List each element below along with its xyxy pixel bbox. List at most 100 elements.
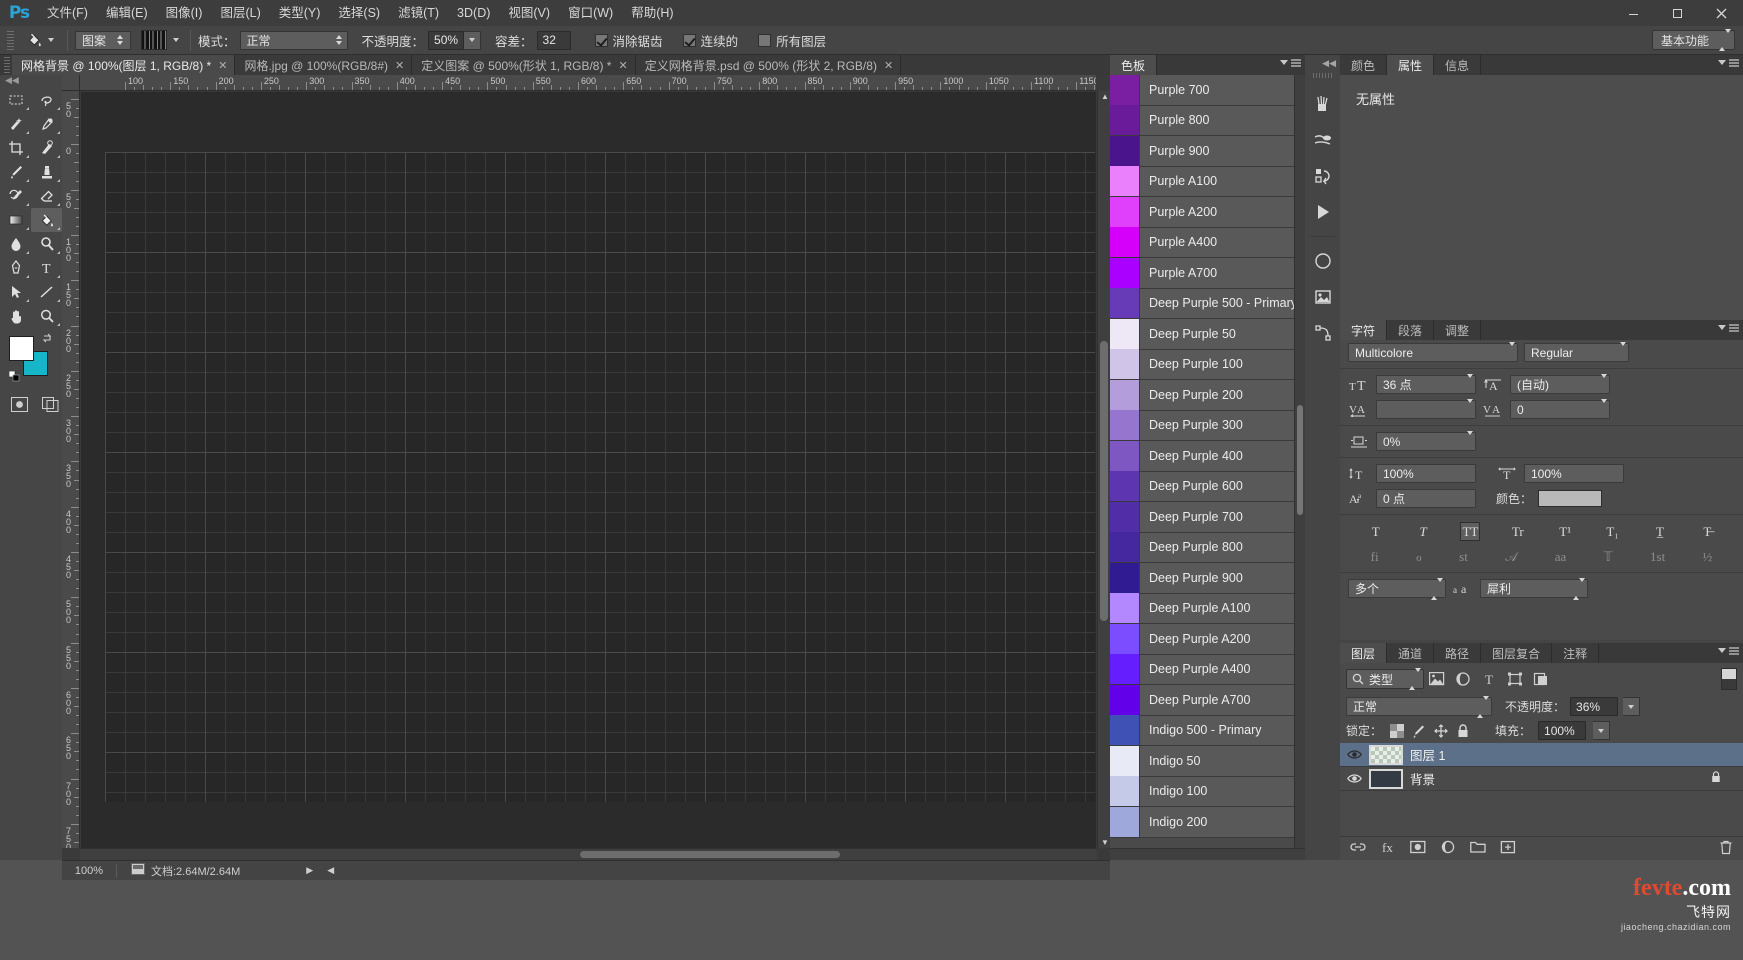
swatch-row[interactable]: Deep Purple 500 - Primary [1110,288,1294,319]
scroll-down-icon[interactable]: ▼ [1101,838,1109,847]
options-bar-grip[interactable] [5,29,17,51]
blur-tool[interactable] [0,232,31,256]
all-layers-checkbox-group[interactable]: 所有图层 [758,31,830,50]
lock-image-icon[interactable] [1411,723,1426,738]
layer-1-thumbnail[interactable] [1369,744,1403,765]
faux-italic-button[interactable]: T [1413,522,1433,541]
leading-input[interactable]: (自动) [1510,373,1610,394]
eyedropper-tool[interactable] [31,112,62,136]
swatch-color-chip[interactable] [1110,654,1140,685]
menu-window[interactable]: 窗口(W) [559,0,622,26]
minimize-button[interactable] [1611,0,1655,26]
layer-row-2[interactable]: 背景 [1340,767,1743,791]
toolbar-collapse-arrows-icon[interactable]: ◀◀ [0,75,62,86]
pattern-picker[interactable] [141,30,183,50]
antialias-checkbox[interactable] [594,33,608,47]
kerning-input[interactable] [1376,398,1476,419]
line-shape-tool[interactable] [31,280,62,304]
lock-position-icon[interactable] [1433,723,1448,738]
standard-ligatures-button[interactable]: fi [1371,549,1379,565]
swatch-color-chip[interactable] [1110,715,1140,746]
filter-toggle-icon[interactable] [1721,668,1737,690]
tracking-input[interactable]: 0 [1510,398,1610,419]
swatch-color-chip[interactable] [1110,379,1140,410]
tab-bar-grip[interactable] [2,57,12,75]
quick-mask-mode-icon[interactable] [8,392,31,416]
swatch-row[interactable]: Deep Purple 100 [1110,349,1294,380]
tab-character[interactable]: 字符 [1340,320,1388,340]
history-icon[interactable] [1305,158,1340,194]
swatch-row[interactable]: Indigo 500 - Primary [1110,715,1294,746]
pattern-swatch-preview[interactable] [141,30,167,50]
layer-2-thumbnail[interactable] [1369,768,1403,789]
small-caps-button[interactable]: Tr [1508,522,1528,541]
dodge-tool[interactable] [31,232,62,256]
type-tool[interactable]: T [31,256,62,280]
swatches-vertical-scrollbar[interactable] [1294,75,1305,848]
document-tab-4[interactable]: 定义网格背景.psd @ 500% (形状 2, RGB/8) ✕ [635,55,902,75]
lock-transparency-icon[interactable] [1389,723,1404,738]
kerning-chevron-icon[interactable] [1467,398,1473,417]
layer-style-icon[interactable]: fx [1380,840,1396,857]
swatch-color-chip[interactable] [1110,776,1140,807]
eraser-tool[interactable] [31,184,62,208]
swatch-row[interactable]: Deep Purple A100 [1110,593,1294,624]
crop-tool[interactable] [0,136,31,160]
swatch-color-chip[interactable] [1110,623,1140,654]
layer-fill-input[interactable]: 100% [1538,721,1587,740]
blend-mode-select[interactable]: 正常 [239,30,348,50]
tab-layer-comps[interactable]: 图层复合 [1481,643,1553,663]
faux-bold-button[interactable]: T [1366,522,1386,541]
fill-source-spinner-icon[interactable] [114,32,125,49]
swatch-color-chip[interactable] [1110,288,1140,319]
layer-opacity-input[interactable]: 36% [1570,697,1619,716]
layer-filter-spinner-icon[interactable] [1409,668,1421,690]
tab-swatches[interactable]: 色板 [1110,55,1158,75]
swatches-scroll-thumb[interactable] [1297,405,1303,515]
swatch-color-chip[interactable] [1110,349,1140,380]
new-layer-icon[interactable] [1500,840,1516,857]
canvas-hscroll-thumb[interactable] [580,851,840,858]
shape-filter-icon[interactable] [1502,669,1528,689]
swatch-row[interactable]: Indigo 200 [1110,806,1294,838]
text-color-swatch[interactable] [1538,490,1603,507]
swatch-row[interactable]: Deep Purple A700 [1110,684,1294,716]
swatch-color-chip[interactable] [1110,257,1140,288]
superscript-button[interactable]: T¹ [1555,522,1575,541]
swatch-row[interactable]: Deep Purple A200 [1110,623,1294,655]
close-button[interactable] [1699,0,1743,26]
fill-source-select[interactable]: 图案 [75,30,131,50]
underline-button[interactable]: T̲ [1650,522,1670,541]
swatch-color-chip[interactable] [1110,410,1140,441]
document-tab-3-close-icon[interactable]: ✕ [618,59,627,72]
font-family-chevron-icon[interactable] [1509,341,1515,360]
document-canvas-grid[interactable] [105,152,1095,802]
character-panel-menu-icon[interactable] [1718,324,1739,333]
quick-select-tool[interactable] [0,112,31,136]
document-tab-3[interactable]: 定义图案 @ 500%(形状 1, RGB/8) * ✕ [412,55,636,75]
menu-filter[interactable]: 滤镜(T) [389,0,448,26]
maximize-button[interactable] [1655,0,1699,26]
status-expand-right-icon[interactable]: ▶ [246,865,313,876]
new-fill-layer-icon[interactable] [1440,840,1456,857]
tab-paths[interactable]: 路径 [1434,643,1482,663]
layer-1-visibility-icon[interactable] [1346,749,1362,760]
opacity-chevron-down-icon[interactable] [464,30,482,50]
document-info-group[interactable]: 文档:2.64M/2.64M ▶ ◀ [117,863,334,879]
rail-expand-arrows-icon[interactable]: ◀◀ [1305,55,1340,69]
swatch-row[interactable]: Deep Purple 600 [1110,471,1294,502]
adjustments-icon[interactable] [1305,243,1340,279]
all-layers-checkbox[interactable] [758,33,772,47]
contiguous-checkbox[interactable] [682,33,696,47]
layer-2-visibility-icon[interactable] [1346,773,1362,784]
font-size-input[interactable]: 36 点 [1376,373,1476,394]
layer-opacity-chevron-icon[interactable] [1623,697,1641,716]
opacity-input[interactable]: 50% [428,30,465,50]
all-caps-button[interactable]: TT [1460,522,1481,541]
swatch-row[interactable]: Purple A700 [1110,257,1294,289]
layers-panel-menu-icon[interactable] [1718,647,1739,656]
menu-help[interactable]: 帮助(H) [622,0,682,26]
swash-button[interactable]: 𝒜 [1505,549,1517,565]
fractions-button[interactable]: ½ [1703,549,1713,565]
swatch-color-chip[interactable] [1110,471,1140,502]
